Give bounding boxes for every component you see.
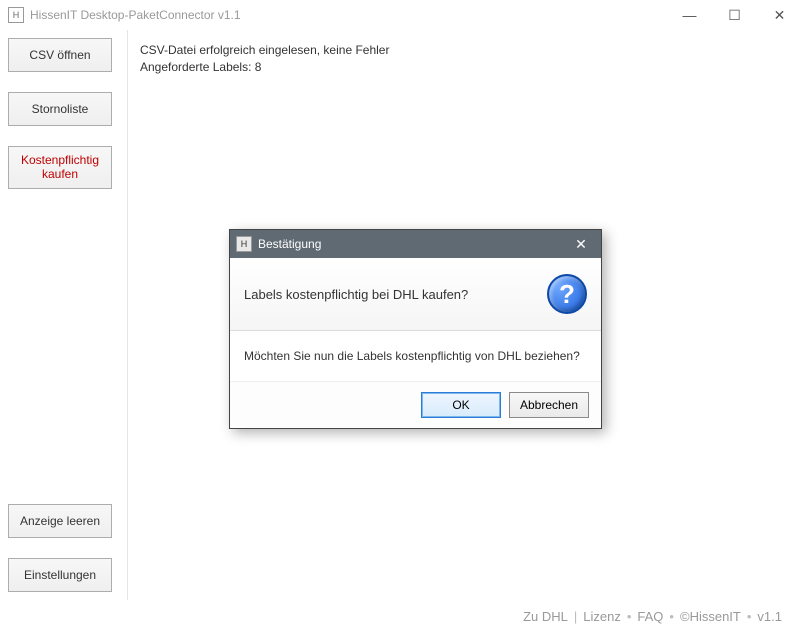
- footer-dot: •: [747, 609, 752, 624]
- dialog-title: Bestätigung: [258, 237, 321, 251]
- app-icon: H: [8, 7, 24, 23]
- dialog-body: Möchten Sie nun die Labels kostenpflicht…: [230, 331, 601, 382]
- footer-link-dhl[interactable]: Zu DHL: [523, 609, 568, 624]
- window-title: HissenIT Desktop-PaketConnector v1.1: [30, 8, 241, 22]
- close-button[interactable]: ✕: [757, 0, 802, 30]
- storno-button[interactable]: Stornoliste: [8, 92, 112, 126]
- buy-button[interactable]: Kostenpflichtig kaufen: [8, 146, 112, 189]
- footer-version: v1.1: [757, 609, 782, 624]
- settings-button[interactable]: Einstellungen: [8, 558, 112, 592]
- confirm-dialog: H Bestätigung ✕ Labels kostenpflichtig b…: [229, 229, 602, 429]
- cancel-button[interactable]: Abbrechen: [509, 392, 589, 418]
- status-line-1: CSV-Datei erfolgreich eingelesen, keine …: [140, 42, 790, 59]
- footer-dot: •: [669, 609, 674, 624]
- footer-copyright[interactable]: ©HissenIT: [680, 609, 741, 624]
- dialog-close-button[interactable]: ✕: [561, 230, 601, 258]
- csv-open-button[interactable]: CSV öffnen: [8, 38, 112, 72]
- dialog-titlebar[interactable]: H Bestätigung ✕: [230, 230, 601, 258]
- titlebar: H HissenIT Desktop-PaketConnector v1.1 —…: [0, 0, 802, 30]
- dialog-app-icon: H: [236, 236, 252, 252]
- footer-link-lizenz[interactable]: Lizenz: [583, 609, 621, 624]
- clear-display-button[interactable]: Anzeige leeren: [8, 504, 112, 538]
- dialog-header: Labels kostenpflichtig bei DHL kaufen? ?: [230, 258, 601, 331]
- dialog-question: Labels kostenpflichtig bei DHL kaufen?: [244, 287, 547, 302]
- minimize-button[interactable]: —: [667, 0, 712, 30]
- ok-button[interactable]: OK: [421, 392, 501, 418]
- sidebar: CSV öffnen Stornoliste Kostenpflichtig k…: [0, 30, 128, 600]
- footer: Zu DHL | Lizenz • FAQ • ©HissenIT • v1.1: [0, 600, 802, 632]
- footer-link-faq[interactable]: FAQ: [637, 609, 663, 624]
- question-icon: ?: [547, 274, 587, 314]
- window-controls: — ☐ ✕: [667, 0, 802, 30]
- footer-sep: |: [574, 609, 577, 624]
- status-line-2: Angeforderte Labels: 8: [140, 59, 790, 76]
- maximize-button[interactable]: ☐: [712, 0, 757, 30]
- footer-dot: •: [627, 609, 632, 624]
- sidebar-spacer: [8, 209, 119, 504]
- dialog-footer: OK Abbrechen: [230, 382, 601, 428]
